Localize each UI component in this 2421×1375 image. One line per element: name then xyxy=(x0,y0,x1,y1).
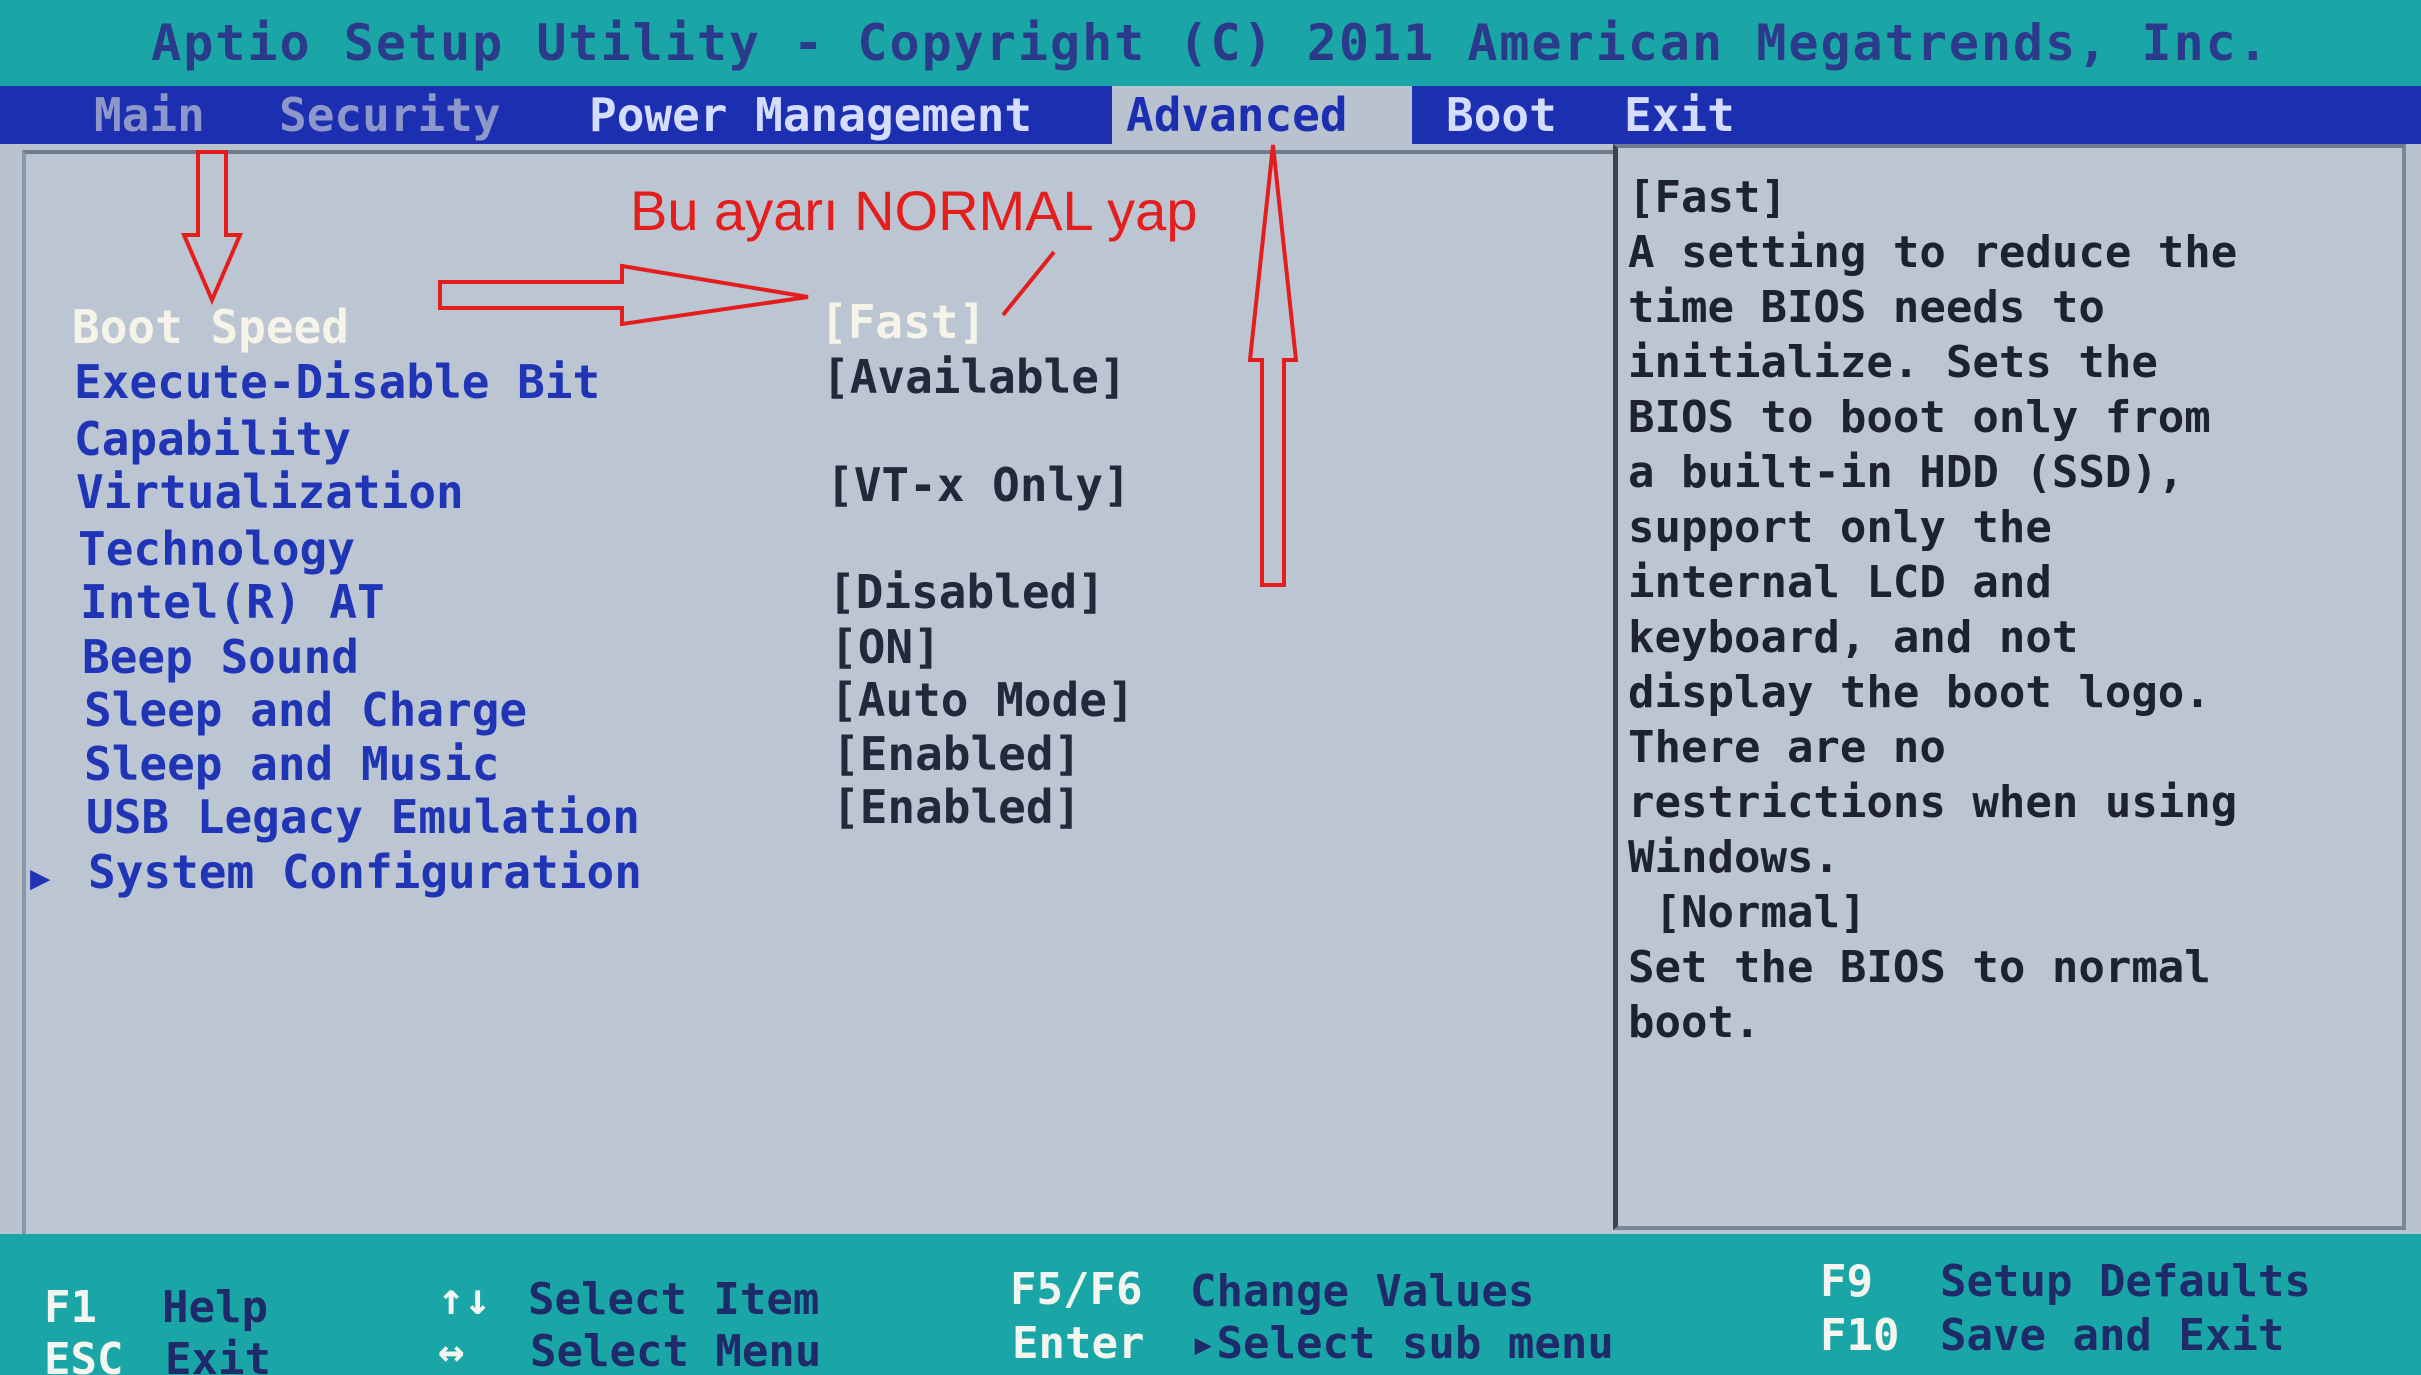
title-bar: Aptio Setup Utility - Copyright (C) 2011… xyxy=(0,0,2421,86)
f10-key: F10 xyxy=(1820,1310,1900,1361)
annotation-text: Bu ayarı NORMAL yap xyxy=(630,179,1198,242)
footer-key-legend: F1 Help ESC Exit ↑↓ Select Item ↔ Select… xyxy=(0,1234,2421,1375)
enter-desc: ▸Select sub menu xyxy=(1190,1318,1614,1369)
tab-security[interactable]: Security xyxy=(265,86,515,144)
setting-boot-speed-value[interactable]: [Fast] xyxy=(820,295,986,349)
f5f6-key: F5/F6 xyxy=(1010,1264,1143,1315)
help-text: [Fast] A setting to reduce the time BIOS… xyxy=(1628,172,2238,1048)
enter-key: Enter xyxy=(1012,1318,1145,1369)
select-menu-desc: Select Menu xyxy=(530,1326,822,1375)
arrow-updown-icon: ↑↓ xyxy=(438,1274,491,1325)
app-title: Aptio Setup Utility - Copyright (C) 2011… xyxy=(151,14,2270,72)
f1-key: F1 xyxy=(44,1282,97,1333)
setting-sleep-music-value[interactable]: [Enabled] xyxy=(832,727,1081,781)
tab-main[interactable]: Main xyxy=(80,86,219,144)
setting-usb-legacy-label[interactable]: USB Legacy Emulation xyxy=(86,790,640,844)
setting-usb-legacy-value[interactable]: [Enabled] xyxy=(832,780,1081,834)
tab-boot[interactable]: Boot xyxy=(1432,86,1571,144)
setting-technology-label: Technology xyxy=(78,522,355,576)
f10-desc: Save and Exit xyxy=(1940,1310,2285,1361)
tab-advanced[interactable]: Advanced xyxy=(1112,86,1412,144)
setting-intel-at-label[interactable]: Intel(R) AT xyxy=(80,575,385,629)
select-item-desc: Select Item xyxy=(528,1274,820,1325)
setting-beep-sound-value[interactable]: [ON] xyxy=(830,620,941,674)
f9-desc: Setup Defaults xyxy=(1940,1256,2311,1307)
setting-execute-disable-value[interactable]: [Available] xyxy=(822,350,1127,404)
setting-capability-label: Capability xyxy=(74,412,351,466)
setting-beep-sound-label[interactable]: Beep Sound xyxy=(82,630,359,684)
f1-desc: Help xyxy=(162,1282,268,1333)
setting-virtualization-value[interactable]: [VT-x Only] xyxy=(826,458,1131,512)
arrow-leftright-icon: ↔ xyxy=(438,1326,465,1375)
f9-key: F9 xyxy=(1820,1256,1873,1307)
setting-sleep-charge-value[interactable]: [Auto Mode] xyxy=(830,673,1135,727)
tab-power-management[interactable]: Power Management xyxy=(575,86,1046,144)
setting-execute-disable-label[interactable]: Execute-Disable Bit xyxy=(74,355,600,409)
setting-boot-speed-label[interactable]: Boot Speed xyxy=(72,300,349,354)
setting-system-configuration-label[interactable]: System Configuration xyxy=(88,845,642,899)
esc-key: ESC xyxy=(44,1334,124,1375)
f5f6-desc: Change Values xyxy=(1190,1266,1535,1317)
submenu-arrow-icon: ▶ xyxy=(30,858,51,898)
setting-intel-at-value[interactable]: [Disabled] xyxy=(828,565,1105,619)
setting-sleep-music-label[interactable]: Sleep and Music xyxy=(84,737,499,791)
bios-screen: Aptio Setup Utility - Copyright (C) 2011… xyxy=(0,0,2421,1375)
tab-exit[interactable]: Exit xyxy=(1610,86,1749,144)
esc-desc: Exit xyxy=(165,1334,271,1375)
setting-virtualization-label[interactable]: Virtualization xyxy=(76,465,464,519)
setting-sleep-charge-label[interactable]: Sleep and Charge xyxy=(84,683,527,737)
menu-bar: Main Security Power Management Advanced … xyxy=(0,86,2421,144)
